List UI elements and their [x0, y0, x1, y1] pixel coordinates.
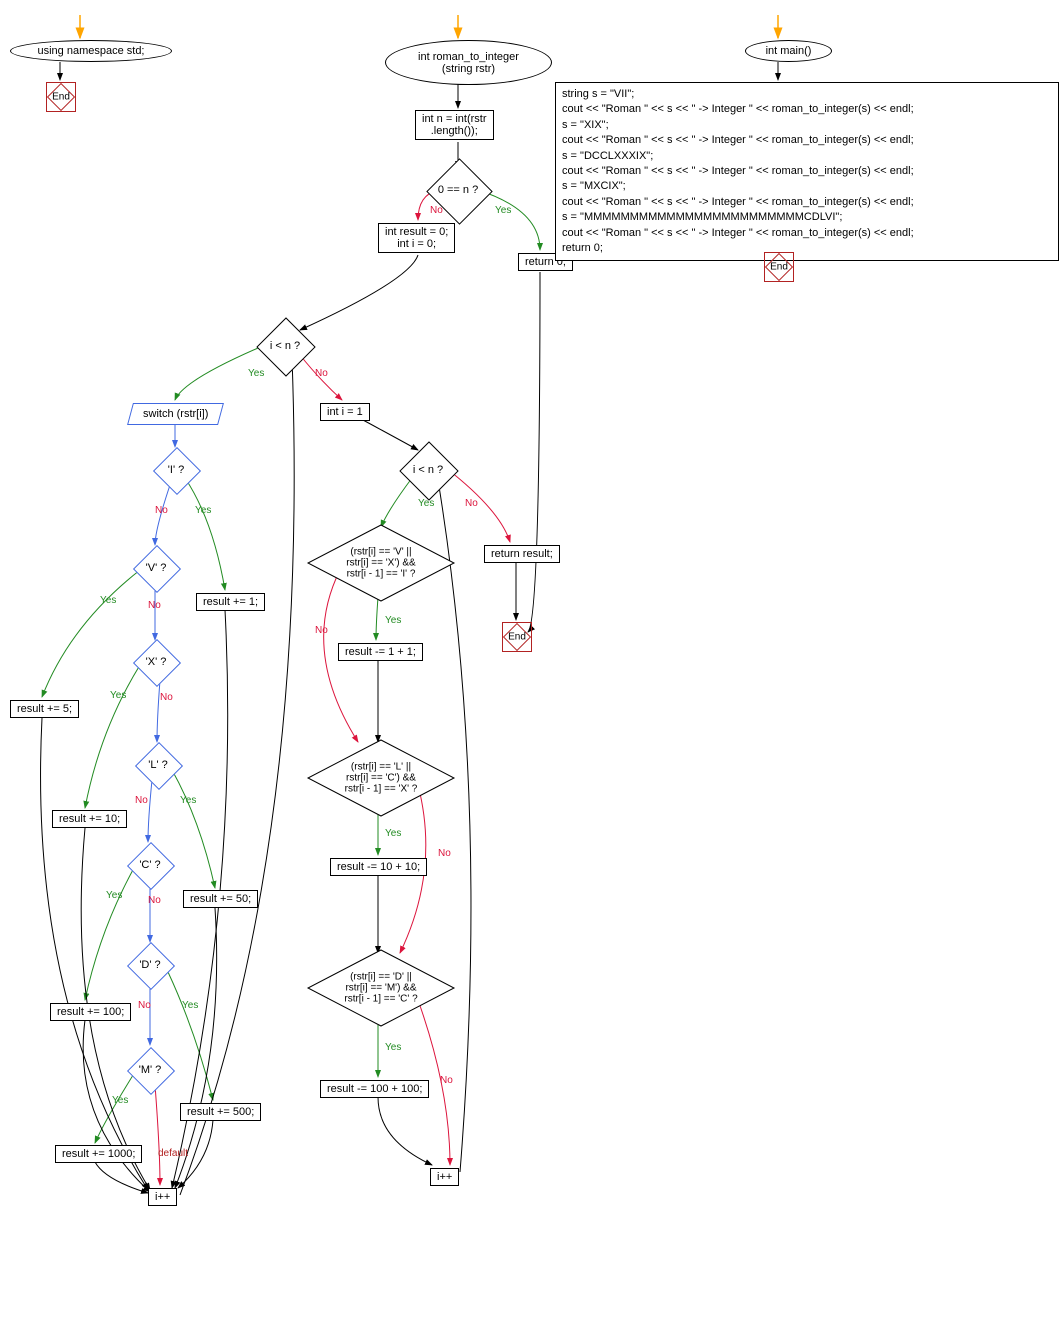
main-code-node: string s = "VII"; cout << "Roman " << s … [555, 82, 1059, 261]
no-label-3: No [465, 498, 478, 509]
res-sub-200-node: result -= 100 + 100; [320, 1080, 429, 1098]
no-label-1: No [430, 205, 443, 216]
i-lt-n-1-node: i < n ? [235, 316, 335, 376]
no-label-vx: No [315, 625, 328, 636]
return-result-node: return result; [484, 545, 560, 563]
switch-node: switch (rstr[i]) [127, 403, 224, 425]
yes-label-m: Yes [112, 1095, 128, 1106]
int-n-text: int n = int(rstr .length()); [422, 113, 487, 137]
res-500-node: result += 500; [180, 1103, 261, 1121]
no-label-x: No [160, 692, 173, 703]
yes-label-lc: Yes [385, 828, 401, 839]
return-result-text: return result; [491, 548, 553, 560]
cond-vx-node: (rstr[i] == 'V' || rstr[i] == 'X') && rs… [306, 523, 456, 603]
i-inc-2-text: i++ [437, 1171, 452, 1183]
res-1-text: result += 1; [203, 596, 258, 608]
i-inc-1-node: i++ [148, 1188, 177, 1206]
yes-label-v: Yes [100, 595, 116, 606]
case-i-node: 'I' ? [126, 440, 226, 500]
result-init-node: int result = 0; int i = 0; [378, 223, 455, 253]
case-l-node: 'L' ? [108, 735, 208, 795]
res-10-node: result += 10; [52, 810, 127, 828]
yes-label-vx: Yes [385, 615, 401, 626]
cond-dm-node: (rstr[i] == 'D' || rstr[i] == 'M') && rs… [306, 948, 456, 1028]
using-namespace-node: using namespace std; [10, 40, 172, 62]
no-label-i: No [155, 505, 168, 516]
res-sub-200-text: result -= 100 + 100; [327, 1083, 422, 1095]
res-50-text: result += 50; [190, 893, 251, 905]
no-label-dm: No [440, 1075, 453, 1086]
no-label-c: No [148, 895, 161, 906]
yes-label-x: Yes [110, 690, 126, 701]
no-label-lc: No [438, 848, 451, 859]
main-text: int main() [766, 45, 812, 57]
end-box-2: End [502, 622, 532, 652]
res-10-text: result += 10; [59, 813, 120, 825]
int-i-1-node: int i = 1 [320, 403, 370, 421]
res-sub-2-text: result -= 1 + 1; [345, 646, 416, 658]
end-box-1: End [46, 82, 76, 112]
no-label-l: No [135, 795, 148, 806]
res-1-node: result += 1; [196, 593, 265, 611]
yes-label-c: Yes [106, 890, 122, 901]
yes-label-d: Yes [182, 1000, 198, 1011]
using-namespace-text: using namespace std; [37, 45, 144, 57]
i-inc-2-node: i++ [430, 1168, 459, 1186]
no-label-2: No [315, 368, 328, 379]
res-sub-20-node: result -= 10 + 10; [330, 858, 427, 876]
case-x-node: 'X' ? [106, 632, 206, 692]
main-node: int main() [745, 40, 832, 62]
case-c-node: 'C' ? [100, 835, 200, 895]
res-1000-node: result += 1000; [55, 1145, 142, 1163]
res-5-text: result += 5; [17, 703, 72, 715]
i-lt-n-2-node: i < n ? [378, 440, 478, 500]
res-5-node: result += 5; [10, 700, 79, 718]
n-eq-0-node: 0 == n ? [408, 160, 508, 220]
yes-label-3: Yes [418, 498, 434, 509]
yes-label-1: Yes [495, 205, 511, 216]
res-100-text: result += 100; [57, 1006, 124, 1018]
res-sub-2-node: result -= 1 + 1; [338, 643, 423, 661]
case-m-node: 'M' ? [100, 1040, 200, 1100]
main-code-text: string s = "VII"; cout << "Roman " << s … [562, 88, 914, 254]
case-d-node: 'D' ? [100, 935, 200, 995]
int-n-node: int n = int(rstr .length()); [415, 110, 494, 140]
default-label: default [158, 1148, 188, 1159]
switch-text: switch (rstr[i]) [143, 408, 208, 420]
yes-label-2: Yes [248, 368, 264, 379]
cond-lc-node: (rstr[i] == 'L' || rstr[i] == 'C') && rs… [306, 738, 456, 818]
roman-func-text: int roman_to_integer (string rstr) [418, 51, 519, 75]
int-i-1-text: int i = 1 [327, 406, 363, 418]
roman-func-node: int roman_to_integer (string rstr) [385, 40, 552, 85]
yes-label-l: Yes [180, 795, 196, 806]
res-100-node: result += 100; [50, 1003, 131, 1021]
case-v-node: 'V' ? [106, 538, 206, 598]
no-label-v: No [148, 600, 161, 611]
res-1000-text: result += 1000; [62, 1148, 135, 1160]
end-box-3: End [764, 252, 794, 282]
res-500-text: result += 500; [187, 1106, 254, 1118]
no-label-d: No [138, 1000, 151, 1011]
res-sub-20-text: result -= 10 + 10; [337, 861, 420, 873]
result-init-text: int result = 0; int i = 0; [385, 226, 448, 250]
yes-label-i: Yes [195, 505, 211, 516]
res-50-node: result += 50; [183, 890, 258, 908]
yes-label-dm: Yes [385, 1042, 401, 1053]
i-inc-1-text: i++ [155, 1191, 170, 1203]
